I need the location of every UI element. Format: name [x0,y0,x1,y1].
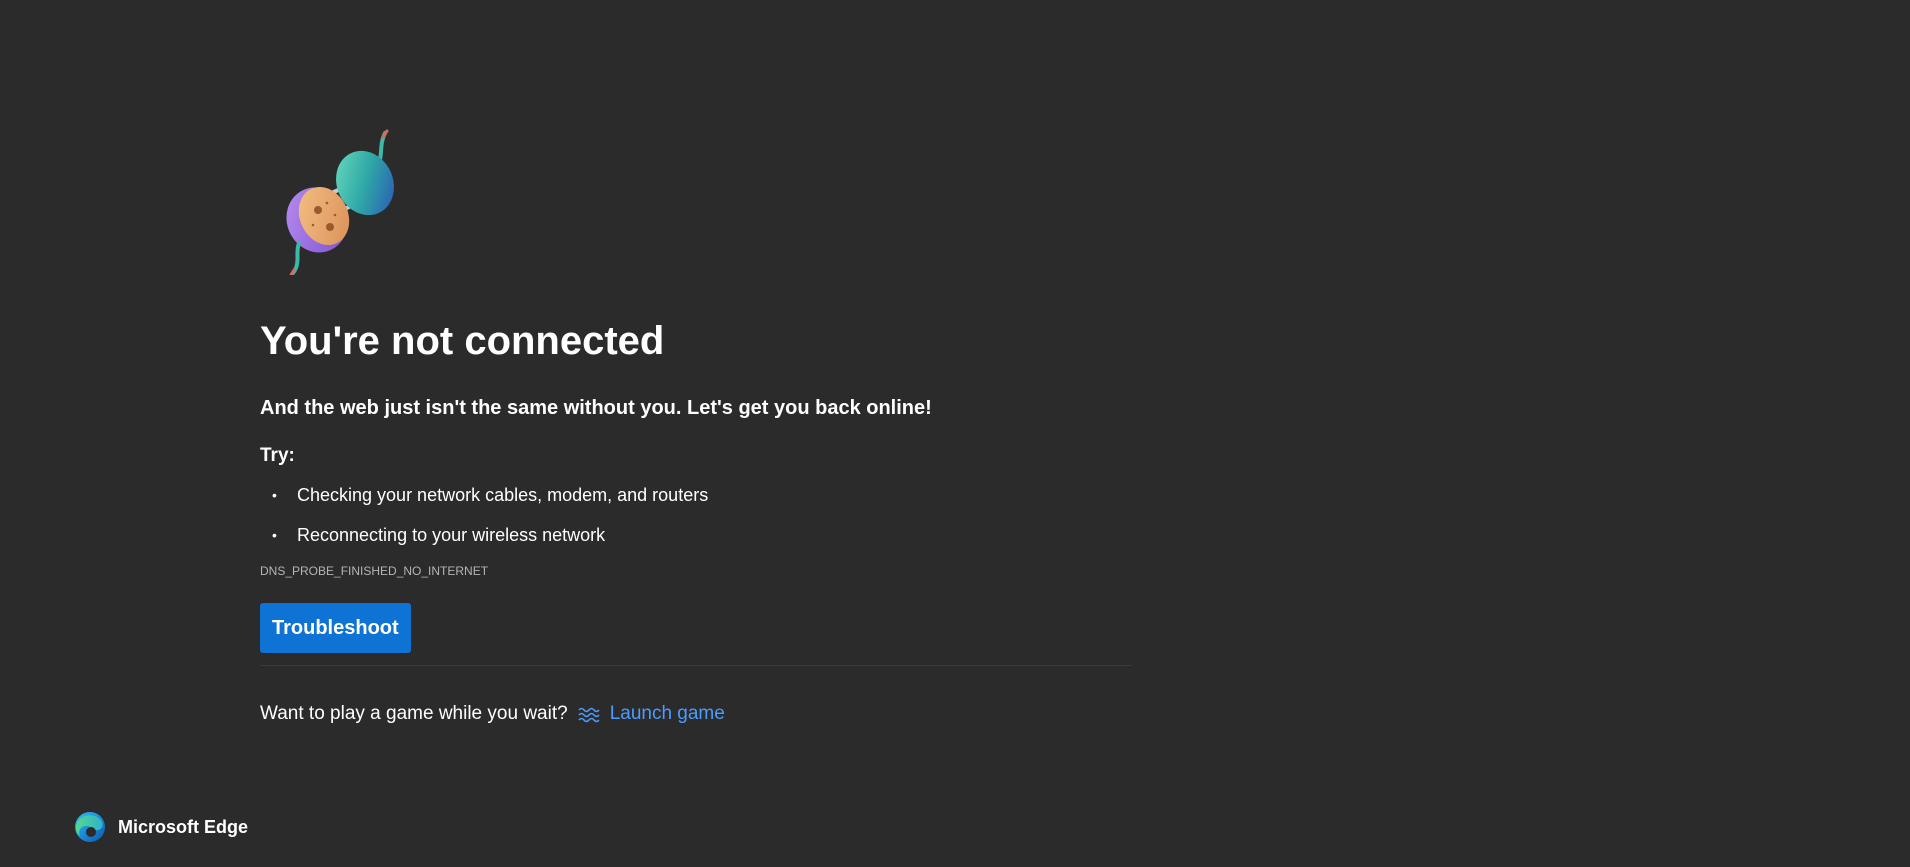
suggestion-item: • Checking your network cables, modem, a… [260,483,1132,507]
surf-waves-icon [578,707,600,723]
troubleshoot-button[interactable]: Troubleshoot [260,603,411,653]
page-subtitle: And the web just isn't the same without … [260,397,932,419]
unplugged-plug-illustration [286,129,394,275]
edge-logo-icon [75,812,105,842]
page-title: You're not connected [260,319,665,363]
error-code: DNS_PROBE_FINISHED_NO_INTERNET [260,564,489,578]
bullet-icon: • [272,527,277,543]
brand: Microsoft Edge [74,811,248,843]
launch-game-label: Launch game [609,703,725,724]
error-page: You're not connected And the web just is… [0,0,1910,867]
launch-game-link[interactable]: Launch game [578,702,725,726]
try-label: Try: [260,445,295,466]
game-prompt: Want to play a game while you wait? [260,703,568,724]
game-row: Want to play a game while you wait? Laun… [260,702,1132,726]
suggestion-list: • Checking your network cables, modem, a… [260,483,1132,547]
bullet-icon: • [272,487,277,503]
brand-name: Microsoft Edge [118,816,249,837]
error-content: You're not connected And the web just is… [260,125,1132,726]
divider [260,665,1132,666]
suggestion-item: • Reconnecting to your wireless network [260,523,1132,547]
suggestion-text: Reconnecting to your wireless network [297,525,606,545]
suggestion-text: Checking your network cables, modem, and… [297,485,709,505]
